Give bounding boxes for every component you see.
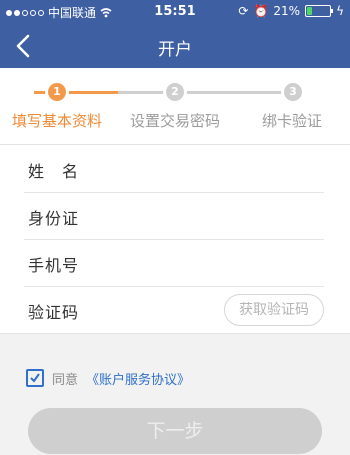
status-right: ⟳ ⏰ 21% ϟ [238,4,344,18]
checkmark-icon [30,373,40,383]
page-title: 开户 [158,40,192,60]
next-step-button[interactable]: 下一步 [28,408,322,454]
app-header: 中国联通 15:51 ⟳ ⏰ 21% ϟ 开户 [0,0,350,68]
step-2-label: 设置交易密码 [130,112,221,130]
step-3-circle: 3 [284,83,302,101]
account-form: 姓 名 身份证 手机号 验证码 获取验证码 [0,144,350,334]
battery-icon [305,5,334,17]
phone-label: 手机号 [28,256,80,275]
agreement-prefix: 同意 [52,372,79,388]
name-row: 姓 名 [24,145,324,193]
rotation-lock-icon: ⟳ [238,4,249,18]
status-bar: 中国联通 15:51 ⟳ ⏰ 21% ϟ [0,0,350,24]
step-progress: 1 2 3 填写基本资料 设置交易密码 绑卡验证 [0,68,350,144]
id-input[interactable] [114,200,318,232]
alarm-icon: ⏰ [253,4,269,18]
agreement-row: 同意 《账户服务协议》 [26,368,190,388]
progress-line-pending [184,91,292,94]
agreement-link[interactable]: 《账户服务协议》 [86,369,190,388]
code-label: 验证码 [28,303,80,322]
battery-percent: 21% [273,4,301,18]
id-row: 身份证 [24,192,324,240]
charging-icon: ϟ [336,4,344,18]
name-label: 姓 名 [28,162,80,181]
step-1-label: 填写基本资料 [12,112,103,130]
progress-line-done [34,91,120,94]
name-input[interactable] [114,153,318,185]
phone-row: 手机号 [24,239,324,287]
code-input[interactable] [114,294,218,326]
agreement-checkbox[interactable] [26,369,44,387]
nav-bar: 开户 [0,24,350,68]
step-2-circle: 2 [166,83,184,101]
step-3-label: 绑卡验证 [262,112,323,130]
get-code-button[interactable]: 获取验证码 [224,294,324,326]
code-row: 验证码 获取验证码 [24,286,324,333]
phone-input[interactable] [114,247,318,279]
step-1-circle: 1 [48,83,66,101]
id-label: 身份证 [28,209,80,228]
